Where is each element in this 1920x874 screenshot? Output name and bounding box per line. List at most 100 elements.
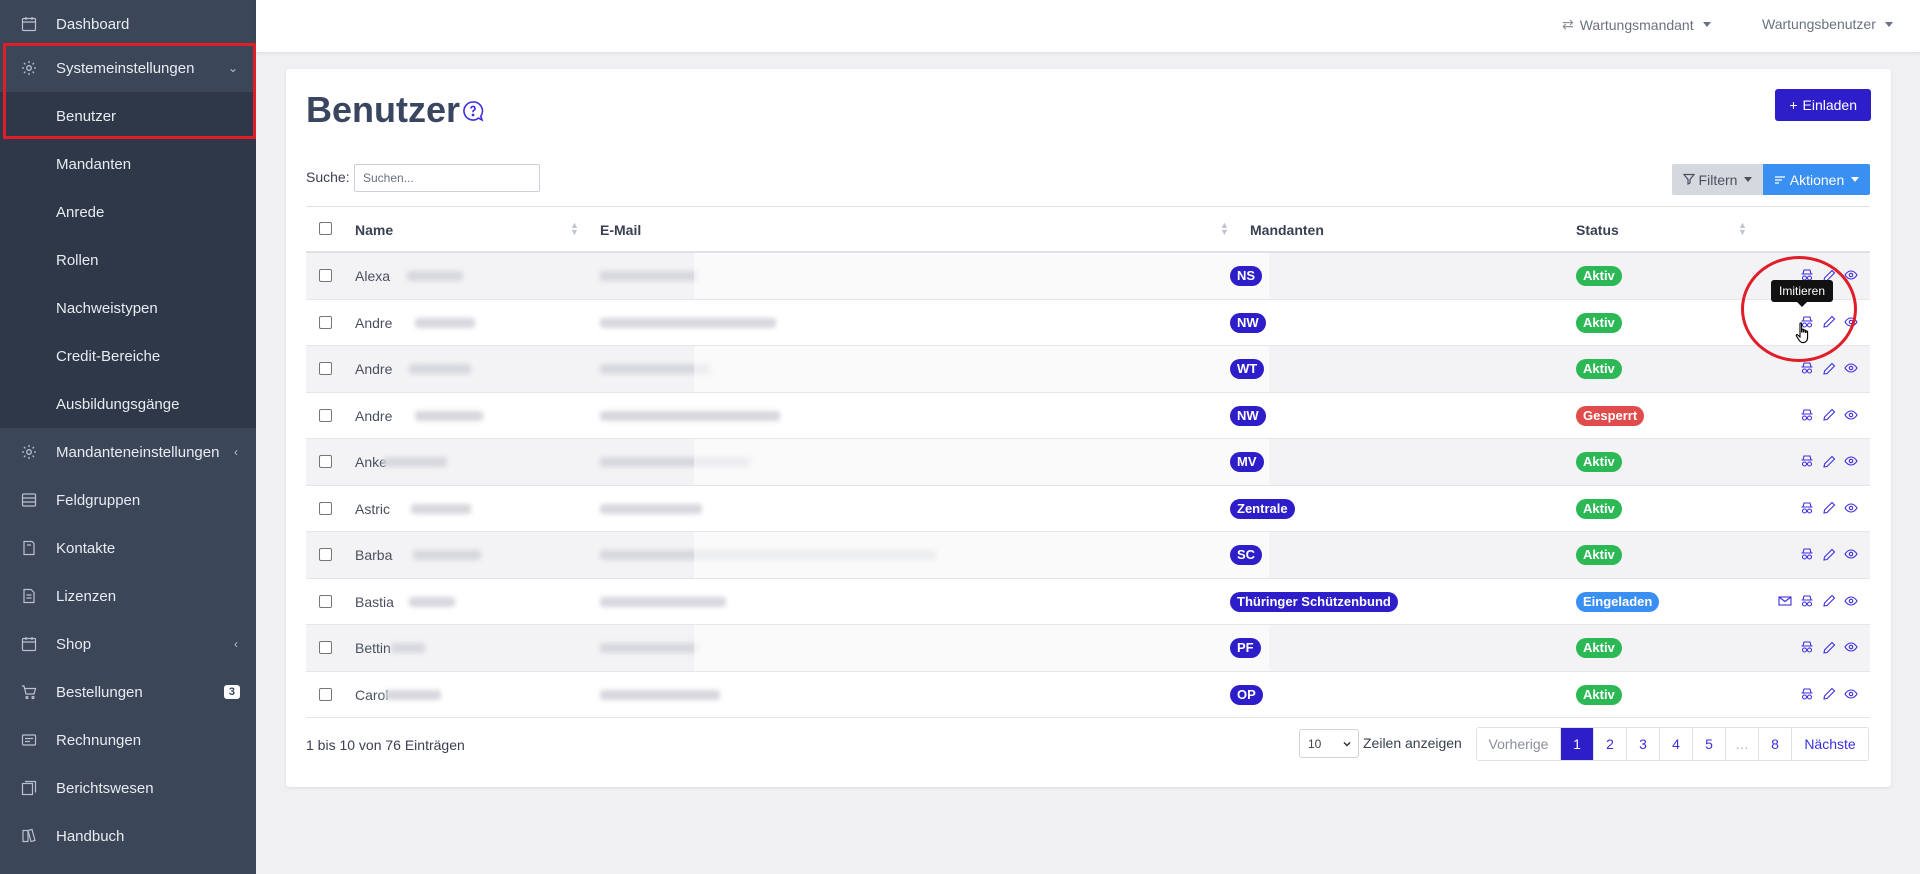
impersonate-icon[interactable] xyxy=(1800,547,1814,561)
invoice-icon xyxy=(20,731,38,749)
table-row: Astric Zentrale Aktiv xyxy=(306,486,1870,532)
edit-icon[interactable] xyxy=(1822,594,1836,608)
impersonate-icon[interactable] xyxy=(1800,501,1814,515)
users-card: Benutzer + Einladen Suche: Filtern Aktio… xyxy=(286,69,1891,787)
tenant-switcher[interactable]: ⇄ Wartungsmandant xyxy=(1562,16,1711,33)
col-email[interactable]: E-Mail xyxy=(600,222,641,238)
filter-button[interactable]: Filtern xyxy=(1672,164,1763,195)
page-length-select[interactable]: 10 xyxy=(1299,729,1359,758)
tenant-badge: Zentrale xyxy=(1230,498,1295,519)
impersonate-icon[interactable] xyxy=(1800,594,1814,608)
pager-page[interactable]: 3 xyxy=(1627,728,1660,760)
view-icon[interactable] xyxy=(1844,687,1858,701)
pager-page[interactable]: 4 xyxy=(1660,728,1693,760)
sidebar-item-rechnungen[interactable]: Rechnungen xyxy=(0,716,256,764)
col-name[interactable]: Name xyxy=(355,222,393,238)
row-checkbox[interactable] xyxy=(319,315,332,329)
redacted-text xyxy=(409,364,471,374)
sidebar-item-rollen[interactable]: Rollen xyxy=(0,236,256,284)
sidebar-item-nachweistypen[interactable]: Nachweistypen xyxy=(0,284,256,332)
tenant-badge: Thüringer Schützenbund xyxy=(1230,591,1398,612)
chevron-down-icon xyxy=(1744,177,1753,182)
user-name: Alexa xyxy=(355,268,391,284)
view-icon[interactable] xyxy=(1844,408,1858,422)
pager-prev[interactable]: Vorherige xyxy=(1477,728,1561,760)
view-icon[interactable] xyxy=(1844,501,1858,515)
status-badge: Aktiv xyxy=(1576,312,1622,333)
edit-icon[interactable] xyxy=(1822,454,1836,468)
actions-button[interactable]: Aktionen xyxy=(1763,164,1870,195)
reports-icon xyxy=(20,779,38,797)
sidebar-item-kontakte[interactable]: Kontakte xyxy=(0,524,256,572)
chevron-left-icon: ‹ xyxy=(234,637,238,651)
invite-button[interactable]: + Einladen xyxy=(1775,89,1871,121)
sidebar-item-feldgruppen[interactable]: Feldgruppen xyxy=(0,476,256,524)
sidebar-item-mandanten[interactable]: Mandanten xyxy=(0,140,256,188)
edit-icon[interactable] xyxy=(1822,640,1836,654)
pager-next[interactable]: Nächste xyxy=(1792,728,1868,760)
user-name: Barba xyxy=(355,547,393,563)
help-icon[interactable] xyxy=(461,99,485,123)
pagination: Vorherige 1 2 3 4 5… 8 Nächste xyxy=(1476,727,1869,761)
user-name: Bettin xyxy=(355,640,391,656)
row-checkbox[interactable] xyxy=(319,408,332,422)
pager-page[interactable]: 1 xyxy=(1561,728,1594,760)
sidebar-item-label: Mandanten xyxy=(56,155,132,173)
pager-page[interactable]: 2 xyxy=(1594,728,1627,760)
sidebar-item-shop[interactable]: Shop ‹ xyxy=(0,620,256,668)
pager-ellipsis: … xyxy=(1726,728,1759,760)
edit-icon[interactable] xyxy=(1822,687,1836,701)
sidebar-item-bestellungen[interactable]: Bestellungen 3 xyxy=(0,668,256,716)
table-row: Andre NW Gesperrt xyxy=(306,393,1870,439)
sidebar-item-credit-bereiche[interactable]: Credit-Bereiche xyxy=(0,332,256,380)
row-checkbox[interactable] xyxy=(319,641,332,654)
user-menu[interactable]: Wartungsbenutzer xyxy=(1762,16,1893,32)
sidebar-item-dashboard[interactable]: Dashboard xyxy=(0,0,256,48)
hand-cursor-icon xyxy=(1795,322,1813,349)
status-badge: Aktiv xyxy=(1576,266,1622,286)
sidebar-item-ausbildungsgänge[interactable]: Ausbildungsgänge xyxy=(0,380,256,428)
sidebar-item-lizenzen[interactable]: Lizenzen xyxy=(0,572,256,620)
edit-icon[interactable] xyxy=(1822,547,1836,561)
sidebar-item-label: Lizenzen xyxy=(56,587,117,605)
row-checkbox[interactable] xyxy=(319,687,332,701)
row-checkbox[interactable] xyxy=(319,362,332,375)
tenant-badge: SC xyxy=(1230,545,1263,565)
impersonate-icon[interactable] xyxy=(1800,361,1814,375)
table-body: Alexa NS Aktiv Andre NW Aktiv Andre WT Aktiv Andr… xyxy=(306,253,1870,718)
user-label: Wartungsbenutzer xyxy=(1762,16,1876,32)
search-input[interactable] xyxy=(354,164,540,192)
redaction-overlay xyxy=(694,439,1269,485)
view-icon[interactable] xyxy=(1844,454,1858,468)
edit-icon[interactable] xyxy=(1822,501,1836,515)
pager-page[interactable]: 5 xyxy=(1693,728,1726,760)
select-all-checkbox[interactable] xyxy=(319,222,332,235)
view-icon[interactable] xyxy=(1844,547,1858,561)
row-checkbox[interactable] xyxy=(319,455,332,468)
page-length-value: 10 xyxy=(1308,736,1322,751)
mail-icon[interactable] xyxy=(1778,594,1792,608)
col-status[interactable]: Status xyxy=(1576,222,1619,238)
impersonate-icon[interactable] xyxy=(1800,640,1814,654)
tenant-badge: WT xyxy=(1230,359,1265,379)
sidebar-item-berichtswesen[interactable]: Berichtswesen xyxy=(0,764,256,812)
row-checkbox[interactable] xyxy=(319,501,332,515)
row-checkbox[interactable] xyxy=(319,594,332,608)
pager-page[interactable]: 8 xyxy=(1759,728,1792,760)
edit-icon[interactable] xyxy=(1822,361,1836,375)
view-icon[interactable] xyxy=(1844,361,1858,375)
impersonate-icon[interactable] xyxy=(1800,454,1814,468)
sidebar-item-label: Shop xyxy=(56,635,92,653)
row-checkbox[interactable] xyxy=(319,548,332,561)
view-icon[interactable] xyxy=(1844,594,1858,608)
sidebar-item-label: Nachweistypen xyxy=(56,299,158,317)
edit-icon[interactable] xyxy=(1822,408,1836,422)
user-name: Bastia xyxy=(355,593,394,610)
row-checkbox[interactable] xyxy=(319,269,332,282)
view-icon[interactable] xyxy=(1844,640,1858,654)
impersonate-icon[interactable] xyxy=(1800,408,1814,422)
sidebar-item-handbuch[interactable]: Handbuch xyxy=(0,812,256,860)
sidebar-item-mandanteneinstellungen[interactable]: Mandanteneinstellungen ‹ xyxy=(0,428,256,476)
sidebar-item-anrede[interactable]: Anrede xyxy=(0,188,256,236)
impersonate-icon[interactable] xyxy=(1800,687,1814,701)
